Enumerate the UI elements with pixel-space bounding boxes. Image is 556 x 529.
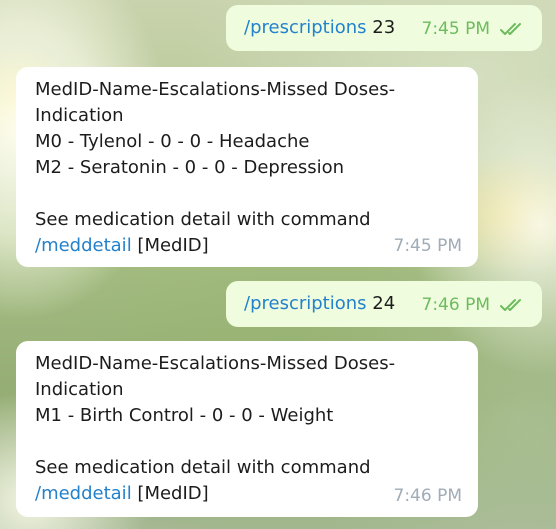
double-check-icon — [500, 298, 526, 312]
message-line: M0 - Tylenol - 0 - 0 - Headache — [35, 131, 310, 152]
command-link-meddetail[interactable]: /meddetail — [35, 483, 132, 504]
message-line: M2 - Seratonin - 0 - 0 - Depression — [35, 157, 345, 178]
message-line-empty — [35, 181, 459, 207]
message-meta: 7:45 PM — [394, 233, 463, 259]
message-meta: 7:46 PM — [422, 292, 527, 318]
message-line: See medication detail with command — [35, 209, 371, 230]
command-link-meddetail[interactable]: /meddetail — [35, 235, 132, 256]
message-text: MedID-Name-Escalations-Missed Doses- Indi… — [35, 77, 459, 259]
message-line: MedID-Name-Escalations-Missed Doses- — [35, 79, 396, 100]
message-time: 7:46 PM — [421, 295, 491, 315]
incoming-message[interactable]: MedID-Name-Escalations-Missed Doses- Indi… — [16, 341, 478, 517]
message-line: M1 - Birth Control - 0 - 0 - Weight — [35, 405, 334, 426]
message-meta: 7:46 PM — [394, 483, 463, 509]
message-line: Indication — [35, 379, 124, 400]
command-argument: 24 — [366, 293, 396, 314]
message-line: See medication detail with command — [35, 457, 371, 478]
incoming-message[interactable]: MedID-Name-Escalations-Missed Doses- Indi… — [16, 67, 478, 267]
command-link-prescriptions[interactable]: /prescriptions — [244, 293, 367, 314]
message-line: Indication — [35, 105, 124, 126]
message-line-empty — [35, 429, 459, 455]
message-time: 7:45 PM — [393, 236, 463, 256]
command-link-prescriptions[interactable]: /prescriptions — [244, 17, 367, 38]
message-line: MedID-Name-Escalations-Missed Doses- — [35, 353, 396, 374]
message-time: 7:45 PM — [421, 19, 491, 39]
command-argument: 23 — [366, 17, 396, 38]
command-suffix: [MedID] — [131, 235, 209, 256]
command-suffix: [MedID] — [131, 483, 209, 504]
outgoing-message[interactable]: /prescriptions 23 7:45 PM — [226, 5, 542, 51]
outgoing-message[interactable]: /prescriptions 24 7:46 PM — [226, 281, 542, 327]
message-time: 7:46 PM — [393, 486, 463, 506]
double-check-icon — [500, 22, 526, 36]
message-meta: 7:45 PM — [422, 16, 527, 42]
